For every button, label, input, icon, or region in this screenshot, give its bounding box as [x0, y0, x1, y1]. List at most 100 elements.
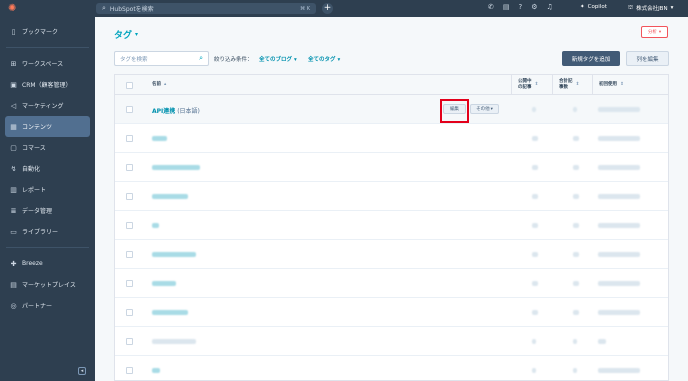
row-checkbox[interactable] — [126, 367, 133, 374]
gear-icon[interactable]: ⚙ — [531, 3, 537, 11]
blurred-tag-name — [152, 281, 176, 286]
global-search-input[interactable]: ⌕ HubSpotを検索 ⌘ K — [96, 3, 316, 14]
analysis-button[interactable]: 分析 ▾ — [641, 26, 668, 38]
column-header-line: 合計記 — [559, 79, 573, 84]
table-row[interactable]: API連携 (日本語) 編集 その他 ▾ — [115, 95, 668, 124]
row-checkbox[interactable] — [126, 193, 133, 200]
tag-name-link[interactable]: API連携 — [152, 108, 175, 115]
phone-icon[interactable]: ✆ — [488, 3, 494, 11]
blurred-value — [532, 368, 536, 373]
sidebar-item-label: Breeze — [22, 260, 43, 267]
row-checkbox[interactable] — [126, 164, 133, 171]
filter-bar: タグを検索 ⌕ 絞り込み条件： 全てのブログ ▾ 全てのタグ ▾ 新規タグを追加… — [114, 51, 669, 67]
row-checkbox[interactable] — [126, 251, 133, 258]
create-plus-icon[interactable]: + — [322, 3, 333, 14]
account-menu[interactable]: ⛫ 株式会社JBN ▾ — [628, 4, 674, 13]
marketplace-icon[interactable]: ▤ — [503, 3, 510, 11]
blurred-value — [573, 136, 579, 141]
blurred-value — [532, 165, 538, 170]
table-row[interactable] — [115, 327, 668, 356]
blurred-tag-name — [152, 310, 188, 315]
sparkle-icon: ✦ — [580, 4, 585, 10]
blurred-value — [573, 194, 579, 199]
bell-icon[interactable]: ♫ — [547, 3, 553, 11]
blurred-value — [598, 368, 640, 373]
hubspot-logo-icon[interactable]: ✺ — [8, 3, 19, 14]
sidebar-item-marketing[interactable]: ◁ マーケティング — [0, 95, 95, 116]
table-row[interactable] — [115, 124, 668, 153]
sort-icon: ⇕ — [534, 82, 539, 87]
blog-filter-dropdown[interactable]: 全てのブログ ▾ — [259, 55, 297, 63]
table-row[interactable] — [115, 356, 668, 380]
copilot-button[interactable]: ✦ Copilot — [580, 4, 607, 10]
column-header-first-used[interactable]: 初回使用 ⇕ — [592, 75, 624, 95]
company-name: 株式会社JBN — [636, 6, 668, 12]
tag-language: (日本語) — [177, 108, 200, 115]
table-row[interactable] — [115, 211, 668, 240]
column-header-label: 名前 — [152, 82, 161, 87]
search-icon: ⌕ — [102, 4, 106, 12]
more-actions-button[interactable]: その他 ▾ — [470, 104, 499, 114]
sidebar-item-crm[interactable]: ▣ CRM（顧客管理） — [0, 74, 95, 95]
collapse-sidebar-icon[interactable]: ◂ — [78, 367, 86, 375]
sidebar-item-library[interactable]: ▭ ライブラリー — [0, 221, 95, 242]
blog-filter-label: 全てのブログ — [259, 57, 293, 63]
sidebar-item-marketplace[interactable]: ▤ マーケットプレイス — [0, 274, 95, 295]
sidebar-item-workspace[interactable]: ⊞ ワークスペース — [0, 53, 95, 74]
column-header-name[interactable]: 名前 ▴ — [152, 75, 166, 95]
table-row[interactable] — [115, 240, 668, 269]
column-header-published[interactable]: 公開中 の記事 ⇕ — [511, 75, 538, 95]
blurred-value — [573, 165, 579, 170]
blurred-value — [598, 194, 640, 199]
sidebar-item-bookmark[interactable]: ▯ ブックマーク — [0, 21, 95, 42]
sidebar-item-label: レポート — [22, 187, 47, 194]
blurred-tag-name — [152, 339, 196, 344]
top-navigation-bar: ✺ ⌕ HubSpotを検索 ⌘ K + ✆ ▤ ? ⚙ ♫ ✦ Copilot… — [0, 0, 688, 17]
sidebar-item-data-management[interactable]: ≣ データ管理 — [0, 200, 95, 221]
page-title-dropdown[interactable]: タグ ▾ — [114, 28, 138, 41]
table-row[interactable] — [115, 269, 668, 298]
database-icon: ≣ — [10, 206, 17, 215]
blurred-value — [598, 165, 640, 170]
table-row[interactable] — [115, 153, 668, 182]
tag-filter-dropdown[interactable]: 全てのタグ ▾ — [308, 55, 340, 63]
sort-icon: ⇕ — [620, 82, 624, 87]
row-checkbox[interactable] — [126, 309, 133, 316]
add-tag-button[interactable]: 新規タグを追加 — [562, 51, 620, 66]
blurred-value — [532, 281, 538, 286]
sidebar-item-reports[interactable]: ▥ レポート — [0, 179, 95, 200]
tag-search-input[interactable]: タグを検索 ⌕ — [114, 51, 209, 66]
row-checkbox[interactable] — [126, 222, 133, 229]
automation-icon: ↯ — [10, 164, 17, 173]
sidebar-item-commerce[interactable]: ▢ コマース — [0, 137, 95, 158]
page-title: タグ — [114, 31, 133, 41]
blurred-value — [532, 136, 538, 141]
chevron-down-icon: ▾ — [337, 57, 341, 63]
sidebar-item-label: マーケットプレイス — [22, 282, 76, 289]
table-row[interactable] — [115, 298, 668, 327]
select-all-checkbox[interactable] — [126, 82, 133, 89]
megaphone-icon: ◁ — [10, 101, 17, 110]
sidebar-item-content[interactable]: ▦ コンテンツ — [5, 116, 90, 137]
help-icon[interactable]: ? — [519, 3, 523, 11]
edit-columns-button[interactable]: 列を編集 — [626, 51, 669, 66]
row-checkbox[interactable] — [126, 280, 133, 287]
column-header-total[interactable]: 合計記 事数 ⇕ — [552, 75, 579, 95]
chevron-down-icon: ▾ — [670, 5, 674, 11]
blurred-value — [532, 223, 538, 228]
blurred-tag-name — [152, 136, 167, 141]
row-checkbox[interactable] — [126, 106, 133, 113]
row-checkbox[interactable] — [126, 338, 133, 345]
contacts-icon: ▣ — [10, 80, 17, 89]
sidebar-divider — [6, 47, 89, 48]
tag-filter-label: 全てのタグ — [308, 57, 336, 63]
blurred-tag-name — [152, 165, 200, 170]
row-checkbox[interactable] — [126, 135, 133, 142]
sidebar-item-partner[interactable]: ◎ パートナー — [0, 295, 95, 316]
table-row[interactable] — [115, 182, 668, 211]
sidebar-item-automation[interactable]: ↯ 自動化 — [0, 158, 95, 179]
sidebar-item-breeze[interactable]: ✚ Breeze — [0, 253, 95, 274]
chevron-down-icon: ▾ — [293, 57, 297, 63]
blurred-value — [532, 107, 536, 112]
blurred-tag-name — [152, 252, 196, 257]
